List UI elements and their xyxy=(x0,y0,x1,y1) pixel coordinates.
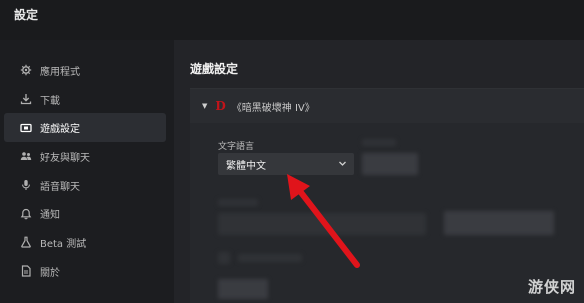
sidebar-item-voice-chat[interactable]: 語音聊天 xyxy=(4,171,166,200)
sidebar-item-label: 通知 xyxy=(40,210,60,222)
blurred-label xyxy=(362,139,396,146)
blurred-label xyxy=(238,254,302,262)
section-title: 遊戲設定 xyxy=(190,62,239,76)
main-panel: 遊戲設定 ▼ D 《暗黑破壞神 IV》 文字語言 繁體中文 xyxy=(174,40,584,303)
game-logo: D xyxy=(215,99,226,113)
game-name: 《暗黑破壞神 IV》 xyxy=(231,102,315,114)
game-icon xyxy=(20,122,32,134)
flask-icon xyxy=(20,236,32,249)
sidebar-item-game-settings[interactable]: 遊戲設定 xyxy=(4,113,166,143)
microphone-icon xyxy=(20,179,32,191)
text-language-value: 繁體中文 xyxy=(226,160,266,172)
gear-icon xyxy=(20,64,32,76)
sidebar-item-apps[interactable]: 應用程式 xyxy=(4,56,166,85)
sidebar: 應用程式 下載 遊戲設定 好友與聊天 語音聊天 通知 Beta 測試 關於 xyxy=(0,40,174,303)
text-language-label: 文字語言 xyxy=(218,142,255,152)
blurred-select[interactable] xyxy=(362,153,418,175)
game-header[interactable]: ▼ D 《暗黑破壞神 IV》 xyxy=(190,89,584,123)
sidebar-item-friends-chat[interactable]: 好友與聊天 xyxy=(4,142,166,171)
sidebar-item-label: 遊戲設定 xyxy=(40,124,80,136)
document-icon xyxy=(20,265,32,277)
caret-down-icon[interactable]: ▼ xyxy=(202,102,207,110)
blurred-label xyxy=(218,199,258,206)
title-bar: 設定 xyxy=(0,0,584,40)
sidebar-item-downloads[interactable]: 下載 xyxy=(4,85,166,114)
sidebar-item-label: 應用程式 xyxy=(40,66,80,78)
sidebar-item-notifications[interactable]: 通知 xyxy=(4,199,166,228)
blurred-button[interactable] xyxy=(218,279,268,299)
sidebar-item-label: 下載 xyxy=(40,95,60,107)
game-settings-panel: ▼ D 《暗黑破壞神 IV》 文字語言 繁體中文 xyxy=(190,88,584,303)
bell-icon xyxy=(20,208,32,220)
blurred-button[interactable] xyxy=(444,211,554,235)
sidebar-item-label: 關於 xyxy=(40,267,60,279)
watermark: 游侠网 xyxy=(527,278,576,296)
sidebar-item-label: Beta 測試 xyxy=(40,238,87,250)
blurred-field[interactable] xyxy=(218,213,426,235)
sidebar-item-about[interactable]: 關於 xyxy=(4,257,166,286)
download-icon xyxy=(20,93,32,105)
blurred-checkbox[interactable] xyxy=(218,252,230,264)
chevron-down-icon xyxy=(338,159,347,171)
sidebar-item-label: 語音聊天 xyxy=(40,181,80,193)
friends-icon xyxy=(20,150,32,162)
sidebar-item-label: 好友與聊天 xyxy=(40,152,90,164)
text-language-select[interactable]: 繁體中文 xyxy=(218,153,354,175)
sidebar-item-beta[interactable]: Beta 測試 xyxy=(4,228,166,257)
window-title: 設定 xyxy=(14,8,39,22)
